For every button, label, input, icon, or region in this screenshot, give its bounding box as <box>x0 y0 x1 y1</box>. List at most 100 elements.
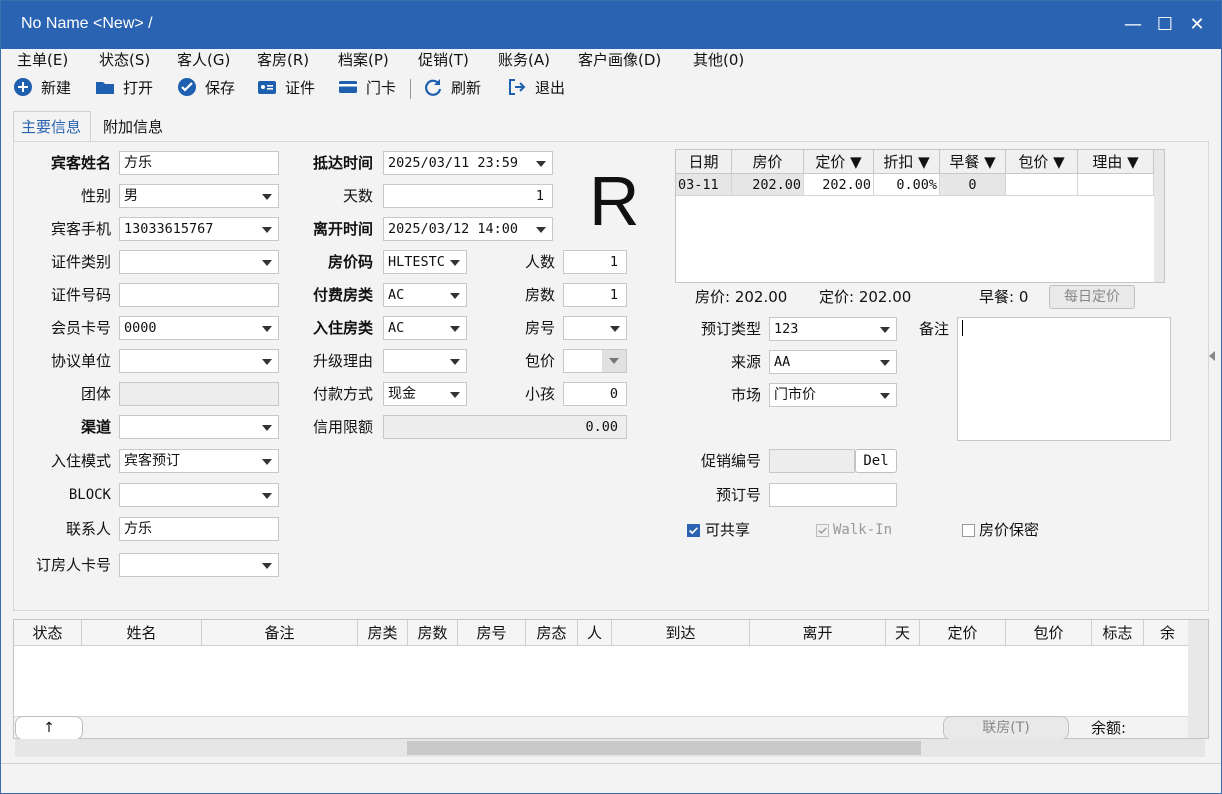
menu-promo[interactable]: 促销(T) <box>418 49 469 73</box>
booking-type-select[interactable]: 123 <box>769 317 897 341</box>
channel-label: 渠道 <box>80 418 111 436</box>
room-list-header[interactable]: 房态 <box>526 620 578 646</box>
market-label: 市场 <box>730 386 761 404</box>
room-list-header[interactable]: 离开 <box>750 620 886 646</box>
room-no-select[interactable] <box>563 316 627 340</box>
rate-cell-discount[interactable]: 0.00% <box>874 174 940 196</box>
guest-name-input[interactable]: 方乐 <box>119 151 279 175</box>
rate-grid-header[interactable]: 包价 ▼ <box>1006 150 1078 174</box>
rate-cell-fixed[interactable]: 202.00 <box>804 174 874 196</box>
shareable-checkbox[interactable] <box>687 524 700 537</box>
persons-input[interactable]: 1 <box>563 250 627 274</box>
rate-secret-checkbox[interactable] <box>962 524 975 537</box>
room-list-header[interactable]: 状态 <box>14 620 82 646</box>
del-button[interactable]: Del <box>855 449 897 473</box>
rate-grid-header[interactable]: 日期 <box>676 150 732 174</box>
menu-guest[interactable]: 客人(G) <box>177 49 230 73</box>
phone-select[interactable]: 13033615767 <box>119 217 279 241</box>
rate-grid-header[interactable]: 早餐 ▼ <box>940 150 1006 174</box>
room-list-header[interactable]: 定价 <box>920 620 1006 646</box>
market-select[interactable]: 门市价 <box>769 383 897 407</box>
pay-room-type-select[interactable]: AC <box>383 283 467 307</box>
block-label: BLOCK <box>68 487 111 503</box>
block-select[interactable] <box>119 483 279 507</box>
tab-main-info[interactable]: 主要信息 <box>21 115 81 139</box>
menu-profile[interactable]: 档案(P) <box>338 49 389 73</box>
room-list-header[interactable]: 备注 <box>202 620 358 646</box>
plus-circle-icon <box>14 78 32 96</box>
room-list-header[interactable]: 姓名 <box>82 620 202 646</box>
gender-select[interactable]: 男 <box>119 184 279 208</box>
room-list-header[interactable]: 天 <box>886 620 920 646</box>
rate-cell-reason[interactable] <box>1078 174 1154 196</box>
booker-card-select[interactable] <box>119 553 279 577</box>
exit-button[interactable]: 退出 <box>507 75 565 101</box>
arrive-datetime-select[interactable]: 2025/03/11 23:59 <box>383 151 553 175</box>
remark-textarea[interactable] <box>957 317 1171 441</box>
rate-grid-header[interactable]: 定价 ▼ <box>804 150 874 174</box>
room-list-header[interactable]: 标志 <box>1092 620 1144 646</box>
menu-customer-portrait[interactable]: 客户画像(D) <box>578 49 661 73</box>
room-list-header[interactable]: 房号 <box>458 620 526 646</box>
open-button[interactable]: 打开 <box>95 75 153 101</box>
days-input[interactable]: 1 <box>383 184 553 208</box>
rate-cell-breakfast[interactable]: 0 <box>940 174 1006 196</box>
text-cursor <box>962 320 963 336</box>
package-select[interactable] <box>563 349 627 373</box>
pay-method-select[interactable]: 现金 <box>383 382 467 406</box>
rate-grid-header[interactable]: 理由 ▼ <box>1078 150 1154 174</box>
room-list-header[interactable]: 房数 <box>408 620 458 646</box>
member-select[interactable]: 0000 <box>119 316 279 340</box>
maximize-icon[interactable]: ☐ <box>1153 13 1177 37</box>
rate-cell-package[interactable] <box>1006 174 1078 196</box>
kids-input[interactable]: 0 <box>563 382 627 406</box>
room-list-header[interactable]: 房类 <box>358 620 408 646</box>
menu-status[interactable]: 状态(S) <box>99 49 150 73</box>
refresh-button[interactable]: 刷新 <box>423 75 481 101</box>
booking-no-label: 预订号 <box>715 486 761 504</box>
horizontal-scroll-thumb[interactable] <box>407 741 921 755</box>
collapse-arrow-icon[interactable] <box>1209 351 1215 361</box>
rate-grid-header[interactable]: 折扣 ▼ <box>874 150 940 174</box>
chevron-down-icon <box>450 260 460 266</box>
save-button[interactable]: 保存 <box>177 75 235 101</box>
minimize-icon[interactable]: — <box>1121 13 1145 37</box>
door-card-button[interactable]: 门卡 <box>338 75 396 101</box>
rate-grid-scrollbar[interactable] <box>1154 150 1164 282</box>
id-type-select[interactable] <box>119 250 279 274</box>
tab-extra-info[interactable]: 附加信息 <box>103 115 163 139</box>
checkin-mode-select[interactable]: 宾客预订 <box>119 449 279 473</box>
close-icon[interactable]: ✕ <box>1185 13 1209 37</box>
room-list-header[interactable]: 人 <box>578 620 612 646</box>
menu-main[interactable]: 主单(E) <box>17 49 68 73</box>
scroll-up-button[interactable]: ↑ <box>15 716 83 740</box>
link-rooms-button[interactable]: 联房(T) <box>943 716 1069 740</box>
id-button[interactable]: 证件 <box>257 75 315 101</box>
rate-code-select[interactable]: HLTESTC <box>383 250 467 274</box>
group-label: 团体 <box>80 385 111 403</box>
depart-datetime-select[interactable]: 2025/03/12 14:00 <box>383 217 553 241</box>
rate-grid-header[interactable]: 房价 <box>732 150 804 174</box>
source-select[interactable]: AA <box>769 350 897 374</box>
company-select[interactable] <box>119 349 279 373</box>
menu-room[interactable]: 客房(R) <box>257 49 309 73</box>
upgrade-reason-select[interactable] <box>383 349 467 373</box>
channel-select[interactable] <box>119 415 279 439</box>
new-button[interactable]: 新建 <box>13 75 71 101</box>
rate-cell-price[interactable]: 202.00 <box>732 174 804 196</box>
room-list-header[interactable]: 余额 <box>1144 620 1188 646</box>
id-no-input[interactable] <box>119 283 279 307</box>
room-list-vscroll[interactable] <box>1188 620 1208 738</box>
daily-rate-button[interactable]: 每日定价 <box>1049 285 1135 309</box>
contact-input[interactable]: 方乐 <box>119 517 279 541</box>
rate-secret-label: 房价保密 <box>979 521 1040 539</box>
menu-other[interactable]: 其他(0) <box>693 49 744 73</box>
room-list-header[interactable]: 到达 <box>612 620 750 646</box>
kids-label: 小孩 <box>524 385 555 403</box>
stay-room-type-select[interactable]: AC <box>383 316 467 340</box>
rooms-input[interactable]: 1 <box>563 283 627 307</box>
room-list-header[interactable]: 包价 <box>1006 620 1092 646</box>
booking-no-input[interactable] <box>769 483 897 507</box>
menu-account[interactable]: 账务(A) <box>498 49 550 73</box>
rate-cell-date[interactable]: 03-11 <box>676 174 732 196</box>
